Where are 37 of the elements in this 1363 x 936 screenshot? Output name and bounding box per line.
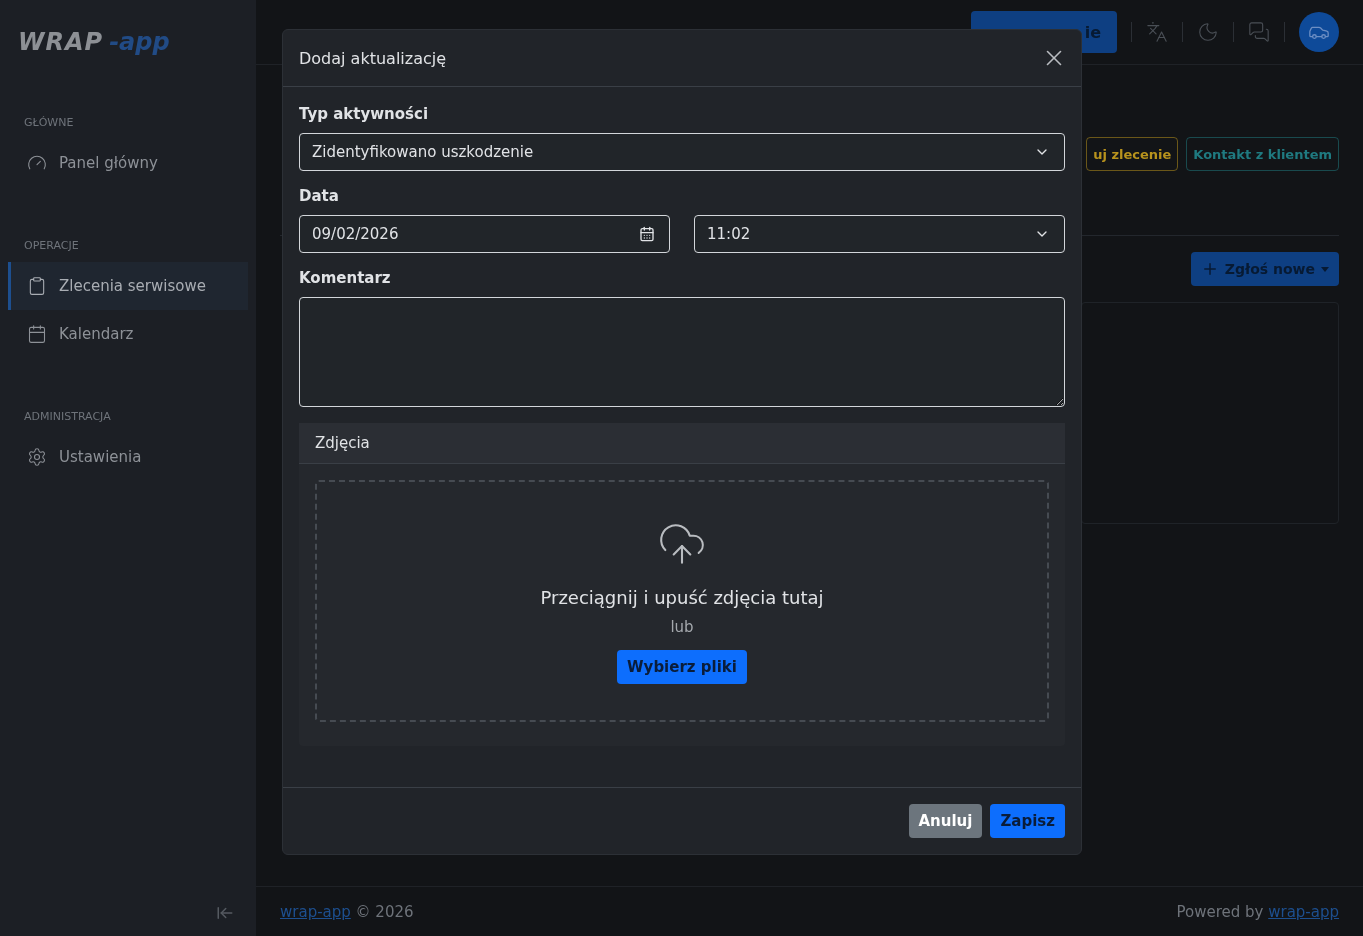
copyright-text: wrap-app © 2026 — [280, 902, 414, 921]
sidebar-item[interactable]: Zlecenia serwisowe — [8, 262, 248, 310]
translate-icon[interactable] — [1146, 21, 1168, 43]
calendar-icon — [639, 226, 655, 242]
or-text: lub — [670, 617, 694, 636]
logo: WRAP -app — [17, 27, 171, 58]
collapse-icon[interactable] — [216, 904, 234, 922]
moon-icon[interactable] — [1197, 21, 1219, 43]
choose-files-button[interactable]: Wybierz pliki — [617, 649, 747, 684]
drop-zone[interactable]: Przeciągnij i upuść zdjęcia tutaj lub Wybierz pliki — [315, 480, 1049, 722]
sidebar-item[interactable]: Kalendarz — [8, 310, 248, 358]
field-label: Typ aktywności — [299, 105, 430, 123]
field-label: Komentarz — [299, 269, 392, 287]
avatar[interactable] — [1299, 12, 1339, 52]
action-button[interactable]: Kontakt z klientem — [1186, 137, 1339, 171]
clipboard-icon — [27, 276, 47, 296]
section-heading: ADMINISTRACJA — [23, 410, 112, 423]
caret-icon — [1321, 266, 1329, 272]
time-select[interactable]: 11:02 — [694, 215, 1065, 253]
section-heading: OPERACJE — [23, 239, 80, 252]
date-field[interactable]: 09/02/2026 — [299, 215, 670, 253]
field-label: Data — [299, 187, 340, 205]
calendar-icon — [27, 324, 47, 344]
cancel-button[interactable]: Anuluj — [908, 804, 983, 838]
chat-icon[interactable] — [1248, 21, 1270, 43]
activity-select[interactable]: Zidentyfikowano uszkodzenie — [299, 133, 1065, 171]
action-button[interactable]: uj zlecenie — [1086, 137, 1179, 171]
modal-title: Dodaj aktualizację — [299, 48, 447, 68]
sidebar-item[interactable]: Panel główny — [8, 139, 248, 187]
drop-text: Przeciągnij i upuść zdjęcia tutaj — [540, 586, 824, 608]
panel-title: Zdjęcia — [315, 434, 370, 452]
section-heading: GŁÓWNE — [23, 116, 75, 129]
save-button[interactable]: Zapisz — [990, 804, 1065, 838]
powered-text: Powered by wrap-app — [1176, 902, 1339, 921]
settings-icon — [27, 447, 47, 467]
comment-field[interactable] — [299, 297, 1065, 407]
sidebar-item[interactable]: Ustawienia — [8, 433, 248, 481]
